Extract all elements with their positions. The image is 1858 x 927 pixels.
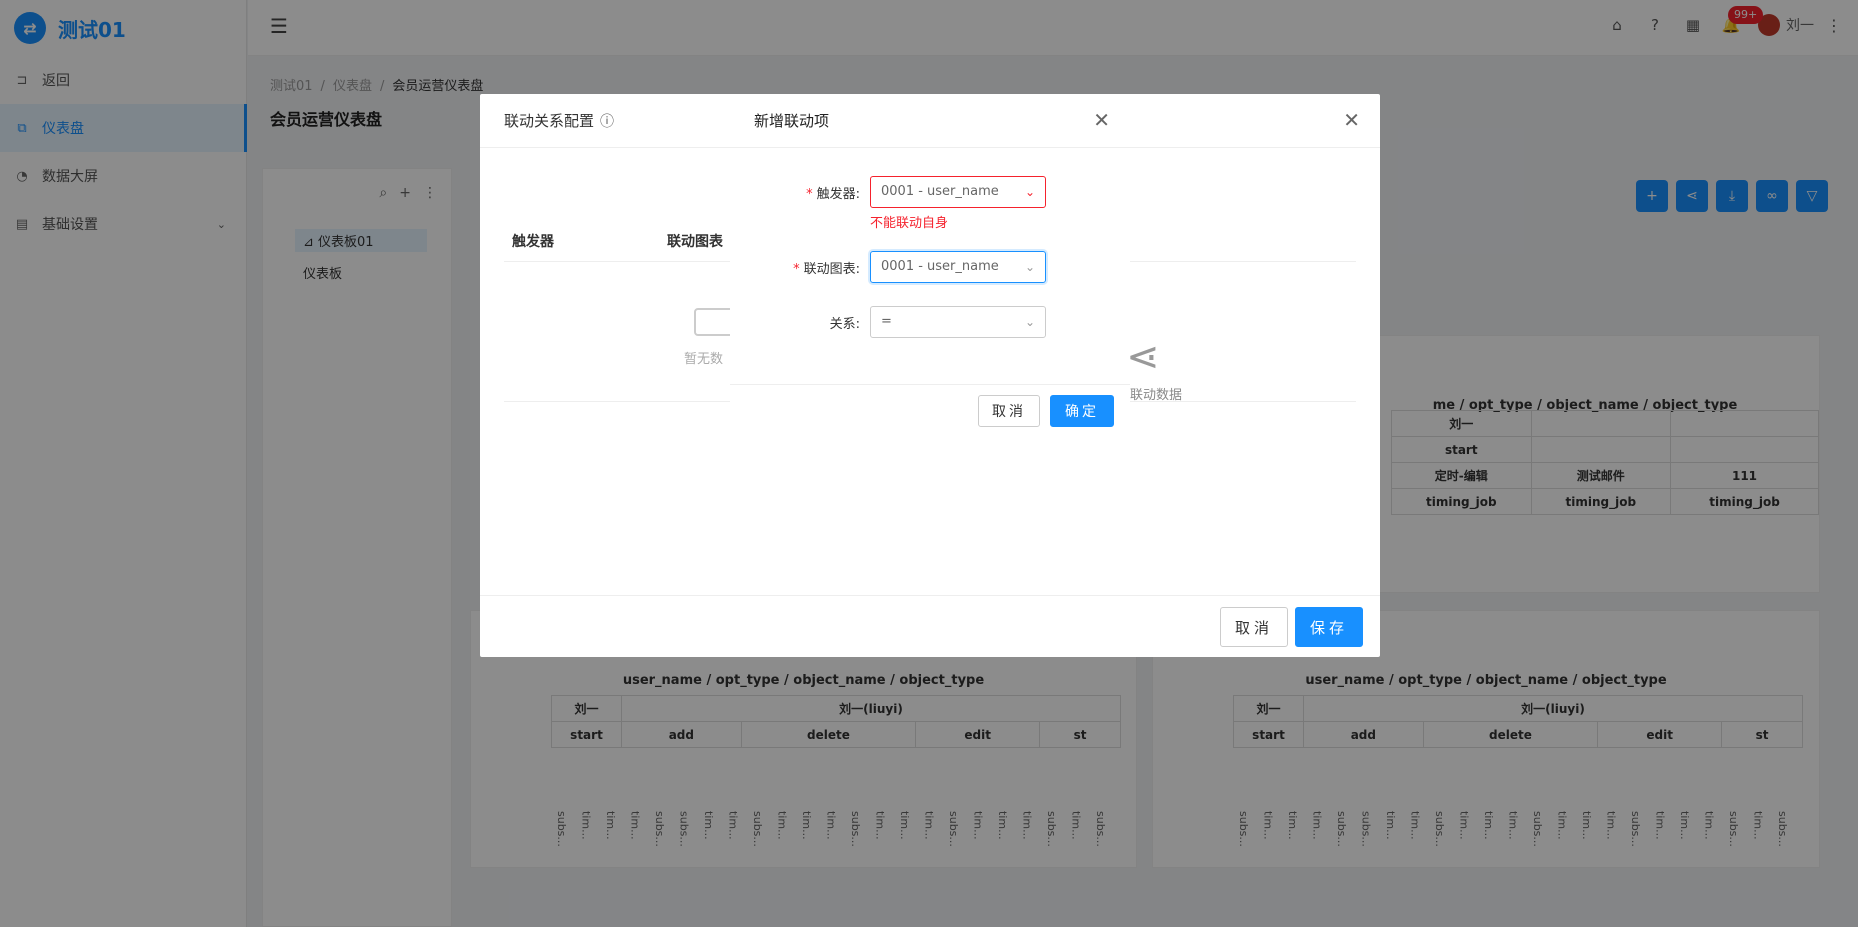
add-linkage-modal: 新增联动项 ✕ * 触发器: 0001 - user_name ⌄ 不能联动自身 … <box>730 94 1130 437</box>
chart-row: * 联动图表: 0001 - user_name ⌄ <box>730 251 1130 283</box>
close-icon[interactable]: ✕ <box>1343 108 1360 132</box>
save-button[interactable]: 保存 <box>1295 607 1363 647</box>
share-icon: ⋖ <box>1126 334 1160 380</box>
cancel-button[interactable]: 取消 <box>978 395 1040 427</box>
relation-select[interactable]: = ⌄ <box>870 306 1046 338</box>
chevron-down-icon: ⌄ <box>1024 185 1035 199</box>
modal-footer: 取消 保存 <box>480 595 1380 657</box>
trigger-row: * 触发器: 0001 - user_name ⌄ 不能联动自身 <box>730 176 1130 231</box>
empty-text: 暂无数 <box>684 352 724 367</box>
modal-header: 新增联动项 ✕ <box>730 94 1130 148</box>
trigger-error: 不能联动自身 <box>870 216 949 231</box>
modal-footer: 取消 确定 <box>730 384 1130 437</box>
linkage-data-text: 联动数据 <box>1130 388 1183 403</box>
chevron-down-icon: ⌄ <box>1024 260 1035 274</box>
cancel-button[interactable]: 取消 <box>1220 607 1288 647</box>
trigger-select[interactable]: 0001 - user_name ⌄ <box>870 176 1046 208</box>
info-icon[interactable]: ⓘ <box>600 111 614 131</box>
ok-button[interactable]: 确定 <box>1050 395 1114 427</box>
modal-title: 新增联动项 <box>754 112 830 130</box>
chevron-down-icon: ⌄ <box>1024 315 1035 329</box>
chart-label: * 联动图表: <box>793 262 860 277</box>
column-header: 联动图表 <box>667 233 723 250</box>
trigger-label: * 触发器: <box>806 187 860 202</box>
close-icon[interactable]: ✕ <box>1093 108 1110 132</box>
relation-label: 关系: <box>829 317 860 332</box>
modal-title: 联动关系配置 <box>504 112 595 130</box>
relation-row: 关系: = ⌄ <box>730 306 1130 338</box>
linked-chart-select[interactable]: 0001 - user_name ⌄ <box>870 251 1046 283</box>
column-header: 触发器 <box>512 233 554 250</box>
